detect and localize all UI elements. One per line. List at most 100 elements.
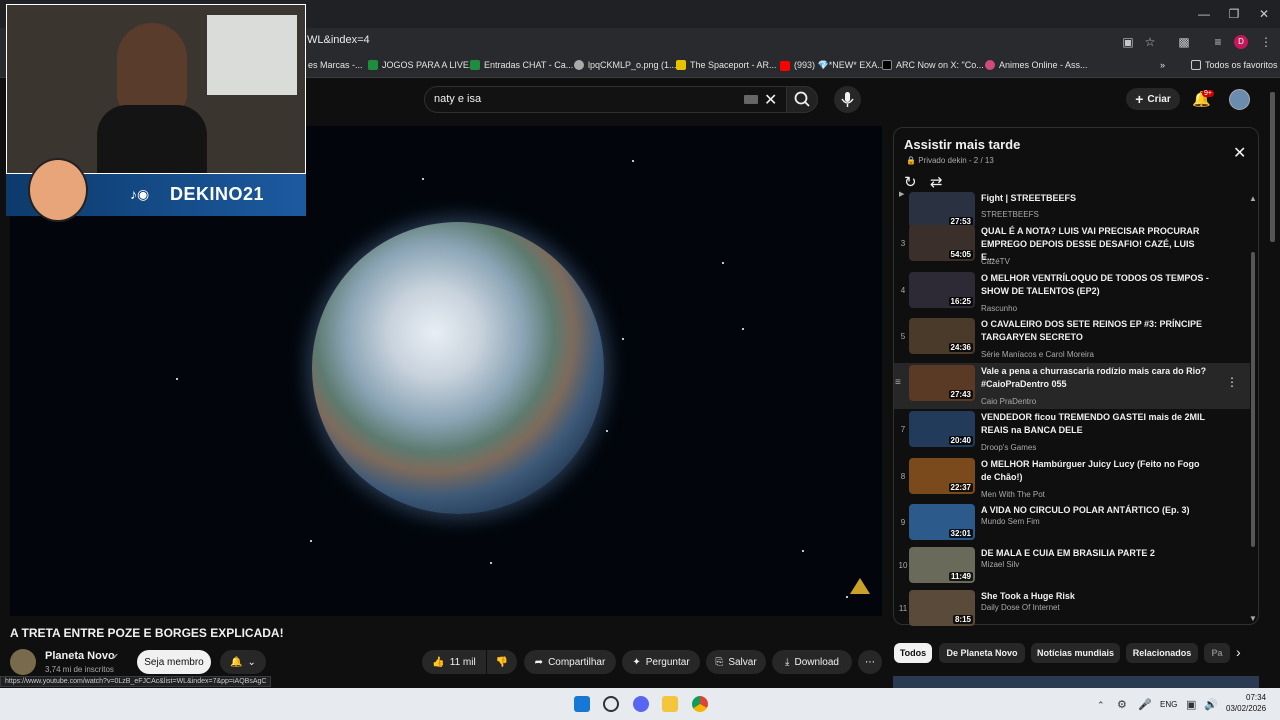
lock-icon: 🔒	[906, 156, 916, 165]
share-button[interactable]: ➦ Compartilhar	[524, 650, 616, 674]
discord-icon[interactable]	[633, 696, 649, 712]
bookmark-item[interactable]: ARC Now on X: "Co...	[882, 60, 984, 70]
create-button[interactable]: + Criar	[1126, 88, 1180, 110]
playlist-item-title[interactable]: She Took a Huge Risk	[981, 590, 1209, 603]
tray-mic-icon[interactable]: 🎤	[1138, 698, 1152, 711]
like-button[interactable]: 👍 11 mil	[422, 650, 486, 674]
playlist-item-title[interactable]: O MELHOR Hambúrguer Juicy Lucy (Feito no…	[981, 458, 1209, 484]
system-clock[interactable]: 07:34 03/02/2026	[1226, 692, 1266, 714]
star-icon[interactable]: ☆	[1142, 34, 1158, 50]
download-button[interactable]: ⤓ Download	[772, 650, 852, 674]
playlist-scrollbar[interactable]	[1251, 252, 1255, 547]
playlist-item-channel: Mundo Sem Fim	[981, 517, 1040, 526]
video-thumbnail[interactable]: 11:49	[909, 547, 975, 583]
dislike-button[interactable]: 👎	[487, 650, 517, 674]
network-icon[interactable]: ▣	[1186, 698, 1196, 711]
video-thumbnail[interactable]: 8:15	[909, 590, 975, 626]
channel-name[interactable]: Planeta Novo	[45, 650, 115, 662]
playlist-item[interactable]: 4 16:25 O MELHOR VENTRÍLOQUO DE TODOS OS T…	[894, 270, 1250, 316]
cast-icon[interactable]: ▣	[1120, 34, 1136, 50]
subscription-bell-button[interactable]: 🔔 ⌄	[220, 650, 266, 674]
video-thumbnail[interactable]: 54:05	[909, 225, 975, 261]
language-indicator[interactable]: ENG	[1160, 700, 1177, 709]
profile-avatar[interactable]: D	[1234, 35, 1248, 49]
scroll-down-icon[interactable]: ▼	[1249, 614, 1257, 623]
playlist-item[interactable]: 10 11:49 DE MALA E CUIA EM BRASILIA PARTE …	[894, 545, 1250, 591]
drag-handle-icon[interactable]: ≡	[895, 377, 901, 388]
extensions-icon[interactable]: ▩	[1176, 34, 1192, 50]
chevron-right-icon[interactable]: ›	[1236, 644, 1241, 660]
clear-search-icon[interactable]: ✕	[764, 90, 777, 110]
url-text[interactable]: WL&index=4	[307, 34, 370, 46]
reading-list-icon[interactable]: ≡	[1210, 34, 1226, 50]
menu-dots-icon[interactable]: ⋮	[1258, 34, 1274, 50]
all-bookmarks[interactable]: Todos os favoritos	[1191, 60, 1278, 70]
close-playlist-icon[interactable]: ✕	[1233, 143, 1246, 163]
chip-channel[interactable]: De Planeta Novo	[939, 643, 1025, 663]
item-menu-icon[interactable]: ⋮	[1226, 375, 1238, 389]
tray-chevron-icon[interactable]: ⌃	[1097, 700, 1105, 711]
video-duration: 8:15	[952, 615, 973, 624]
bookmark-item[interactable]: The Spaceport - AR...	[676, 60, 777, 70]
chip-all[interactable]: Todos	[894, 643, 932, 663]
background-wall	[207, 15, 297, 95]
bookmark-item[interactable]: JOGOS PARA A LIVE...	[368, 60, 476, 70]
playlist-item[interactable]: 11 8:15 She Took a Huge Risk Daily Dose Of …	[894, 588, 1250, 634]
shuffle-icon[interactable]: ⇄	[930, 173, 943, 191]
video-thumbnail[interactable]: 24:36	[909, 318, 975, 354]
playlist-item-title[interactable]: O CAVALEIRO DOS SETE REINOS EP #3: PRÍNC…	[981, 318, 1209, 344]
bookmark-item[interactable]: lpqCKMLP_o.png (1...	[574, 60, 677, 70]
search-button[interactable]	[786, 86, 818, 113]
playlist-title[interactable]: Assistir mais tarde	[904, 137, 1020, 152]
file-explorer-icon[interactable]	[662, 696, 678, 712]
close-window-icon[interactable]: ✕	[1256, 6, 1272, 22]
tray-app-icon[interactable]: ⚙	[1117, 698, 1127, 711]
more-actions-button[interactable]: ⋯	[858, 650, 882, 674]
scroll-up-icon[interactable]: ▲	[1249, 194, 1257, 203]
video-thumbnail[interactable]: 27:43	[909, 365, 975, 401]
loop-icon[interactable]: ↻	[904, 173, 917, 191]
video-thumbnail[interactable]: 20:40	[909, 411, 975, 447]
bell-icon: 🔔	[230, 656, 243, 668]
windows-start-icon[interactable]	[574, 696, 590, 712]
playlist-item[interactable]: 27:43 Vale a pena a churrascaria rodízio …	[894, 363, 1250, 409]
video-thumbnail[interactable]: 22:37	[909, 458, 975, 494]
playlist-item[interactable]: 7 20:40 VENDEDOR ficou TREMENDO GASTEI mai…	[894, 409, 1250, 455]
search-taskbar-icon[interactable]	[603, 696, 619, 712]
playlist-item-title[interactable]: VENDEDOR ficou TREMENDO GASTEI mais de 2…	[981, 411, 1209, 437]
channel-avatar[interactable]	[10, 649, 36, 675]
page-scrollbar[interactable]	[1270, 92, 1275, 242]
join-button[interactable]: Seja membro	[137, 650, 211, 674]
video-thumbnail[interactable]: 32:01	[909, 504, 975, 540]
bookmarks-overflow-icon[interactable]: »	[1160, 60, 1165, 70]
minimize-icon[interactable]: —	[1196, 6, 1212, 22]
playlist-item[interactable]: 3 54:05 QUAL É A NOTA? LUIS VAI PRECISAR P…	[894, 223, 1250, 269]
search-value[interactable]: naty e isa	[434, 93, 481, 105]
playlist-item[interactable]: 5 24:36 O CAVALEIRO DOS SETE REINOS EP #3:…	[894, 316, 1250, 362]
playlist-item-title[interactable]: Vale a pena a churrascaria rodízio mais …	[981, 365, 1209, 391]
playlist-item-title[interactable]: A VIDA NO CIRCULO POLAR ANTÁRTICO (Ep. 3…	[981, 504, 1209, 517]
bookmark-item[interactable]: Entradas CHAT - Ca...	[470, 60, 573, 70]
volume-icon[interactable]: 🔊	[1204, 698, 1218, 711]
voice-search-button[interactable]	[834, 86, 861, 113]
chip-related[interactable]: Relacionados	[1126, 643, 1198, 663]
bookmark-item[interactable]: es Marcas -...	[308, 60, 363, 70]
bookmark-item[interactable]: (993) 💎*NEW* EXA...	[780, 60, 885, 71]
playlist-item-title[interactable]: DE MALA E CUIA EM BRASILIA PARTE 2	[981, 547, 1209, 560]
restore-icon[interactable]: ❐	[1226, 6, 1242, 22]
playlist-item[interactable]: 8 22:37 O MELHOR Hambúrguer Juicy Lucy (Fe…	[894, 456, 1250, 502]
spaceport-icon	[676, 60, 686, 70]
bookmark-item[interactable]: Animes Online - Ass...	[985, 60, 1088, 70]
account-avatar[interactable]	[1229, 89, 1250, 110]
ask-button[interactable]: ✦ Perguntar	[622, 650, 700, 674]
keyboard-icon[interactable]	[744, 95, 758, 104]
playlist-item-title[interactable]: QUAL É A NOTA? LUIS VAI PRECISAR PROCURA…	[981, 225, 1209, 264]
save-button[interactable]: ⎘ Salvar	[706, 650, 766, 674]
chrome-icon[interactable]	[692, 696, 708, 712]
video-thumbnail[interactable]: 16:25	[909, 272, 975, 308]
chip-more[interactable]: Pa	[1204, 643, 1230, 663]
playlist-item-title[interactable]: O MELHOR VENTRÍLOQUO DE TODOS OS TEMPOS …	[981, 272, 1209, 298]
playlist-item[interactable]: 9 32:01 A VIDA NO CIRCULO POLAR ANTÁRTICO …	[894, 502, 1250, 548]
playlist-item-title[interactable]: Fight | STREETBEEFS	[981, 192, 1209, 205]
chip-world-news[interactable]: Notícias mundiais	[1031, 643, 1120, 663]
